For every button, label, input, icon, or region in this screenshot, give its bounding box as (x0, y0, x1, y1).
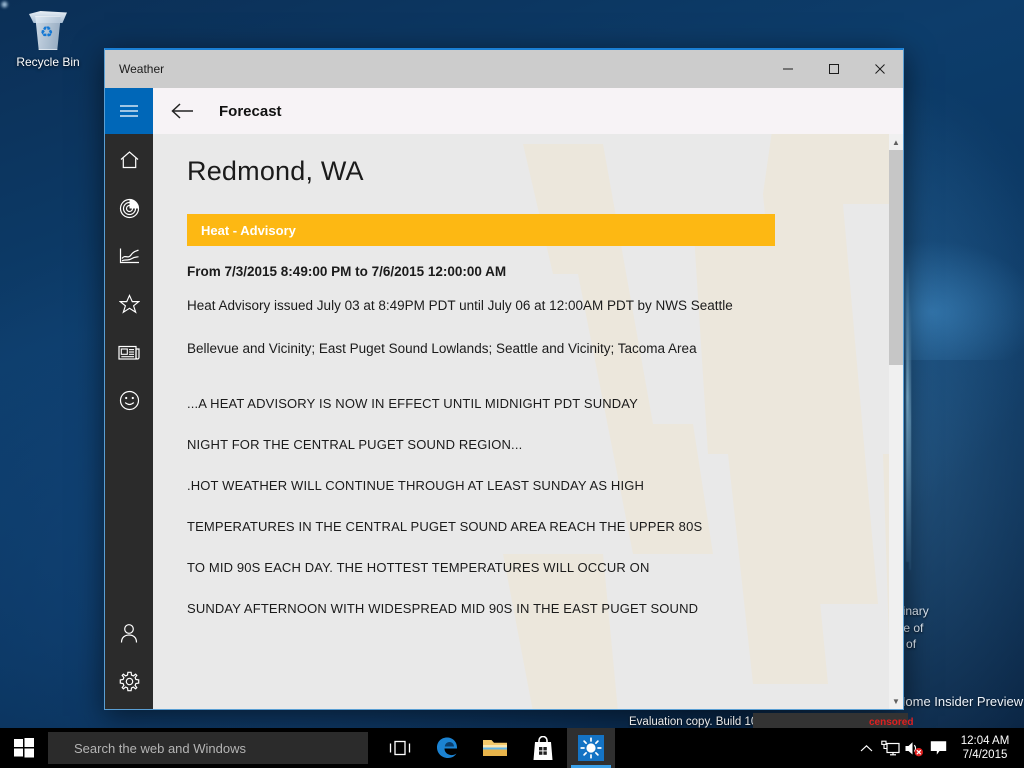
sidebar-item-send-feedback[interactable] (105, 376, 153, 424)
minimize-button[interactable] (765, 50, 811, 88)
weather-window[interactable]: Weather Forecast Redmond, WA Heat - Advi… (104, 48, 904, 710)
taskbar[interactable]: Search the web and Windows 12:04 AM 7/4/… (0, 728, 1024, 768)
sidebar-item-news[interactable] (105, 328, 153, 376)
search-input[interactable]: Search the web and Windows (48, 732, 368, 764)
page-title: Forecast (219, 102, 282, 120)
taskbar-button-edge[interactable] (423, 728, 471, 768)
radar-icon (119, 198, 139, 218)
advisory-date-range: From 7/3/2015 8:49:00 PM to 7/6/2015 12:… (187, 264, 507, 279)
sidebar-item-maps[interactable] (105, 184, 153, 232)
advisory-body-line: .HOT WEATHER WILL CONTINUE THROUGH AT LE… (187, 478, 645, 493)
folder-icon (483, 740, 507, 756)
edge-icon (437, 737, 457, 758)
taskbar-button-store[interactable] (519, 728, 567, 768)
scroll-up-arrow[interactable]: ▲ (892, 134, 900, 150)
window-body: Forecast Redmond, WA Heat - Advisory Fro… (105, 88, 903, 709)
gear-icon (119, 671, 139, 691)
app-bar: Forecast (153, 88, 903, 134)
start-button[interactable] (0, 728, 48, 768)
maximize-button[interactable] (811, 50, 857, 88)
advisory-body-line: TEMPERATURES IN THE CENTRAL PUGET SOUND … (187, 519, 703, 534)
speaker-muted-icon (905, 741, 923, 756)
advisory-areas-text: Bellevue and Vicinity; East Puget Sound … (187, 341, 697, 356)
task-view-icon (389, 740, 411, 756)
task-view-button[interactable] (377, 728, 423, 768)
action-center-button[interactable] (926, 728, 950, 768)
nav-bottom-group (105, 609, 153, 709)
hamburger-icon (120, 105, 138, 117)
advisory-body-line: ...A HEAT ADVISORY IS NOW IN EFFECT UNTI… (187, 396, 638, 411)
scrollbar-thumb[interactable] (889, 150, 903, 365)
clock-time: 12:04 AM (960, 735, 1010, 747)
network-button[interactable] (878, 728, 902, 768)
clock-date: 7/4/2015 (962, 749, 1008, 761)
close-button[interactable] (857, 50, 903, 88)
minimize-icon (783, 68, 793, 70)
desktop-insider-watermark: Home Insider Preview (896, 694, 1024, 709)
close-icon (875, 64, 885, 74)
system-tray: 12:04 AM 7/4/2015 (854, 728, 1024, 768)
scroll-content: Redmond, WA Heat - Advisory From 7/3/201… (153, 134, 889, 709)
sidebar-item-historical-weather[interactable] (105, 232, 153, 280)
recycle-bin-label: Recycle Bin (16, 55, 80, 69)
advisory-banner[interactable]: Heat - Advisory (187, 214, 775, 246)
chevron-up-icon (860, 744, 872, 751)
advisory-issued-text: Heat Advisory issued July 03 at 8:49PM P… (187, 298, 733, 313)
window-titlebar[interactable]: Weather (105, 50, 903, 88)
sidebar-item-account[interactable] (105, 609, 153, 657)
back-button[interactable] (161, 88, 205, 134)
nav-top-group (105, 134, 153, 424)
recycle-bin-icon: ♻ (25, 8, 71, 52)
network-icon (880, 740, 900, 756)
advisory-body-line: SUNDAY AFTERNOON WITH WIDESPREAD MID 90S… (187, 601, 699, 616)
window-title: Weather (119, 62, 165, 76)
smiley-icon (119, 390, 139, 410)
chart-icon (119, 248, 139, 264)
censored-label: censored (869, 717, 914, 728)
windows-logo-icon (14, 738, 34, 758)
advisory-banner-label: Heat - Advisory (201, 222, 296, 238)
advisory-body-line: NIGHT FOR THE CENTRAL PUGET SOUND REGION… (187, 437, 523, 452)
store-bag-icon (533, 735, 553, 760)
taskbar-clock[interactable]: 12:04 AM 7/4/2015 (950, 734, 1024, 762)
location-heading: Redmond, WA (187, 156, 364, 186)
taskbar-button-file-explorer[interactable] (471, 728, 519, 768)
home-icon (120, 151, 138, 169)
maximize-icon (829, 64, 839, 74)
nav-sidebar (105, 88, 153, 709)
star-icon (118, 294, 140, 314)
main-pane: Forecast Redmond, WA Heat - Advisory Fro… (153, 88, 903, 709)
taskbar-button-weather[interactable] (567, 728, 615, 768)
desktop-icon-recycle-bin[interactable]: ♻ Recycle Bin (8, 8, 88, 69)
action-center-icon (930, 741, 946, 755)
advisory-body-line: TO MID 90S EACH DAY. THE HOTTEST TEMPERA… (187, 560, 650, 575)
person-icon (120, 623, 138, 643)
content-area[interactable]: Redmond, WA Heat - Advisory From 7/3/201… (153, 134, 903, 709)
volume-button[interactable] (902, 728, 926, 768)
weather-sun-icon (578, 735, 604, 761)
sidebar-item-settings[interactable] (105, 657, 153, 705)
sidebar-item-favorites[interactable] (105, 280, 153, 328)
wallpaper-light-ray (909, 300, 911, 570)
hamburger-menu-button[interactable] (105, 88, 153, 134)
scrollbar-track[interactable] (889, 150, 903, 693)
back-arrow-icon (171, 103, 193, 119)
show-hidden-icons-button[interactable] (854, 728, 878, 768)
news-icon (118, 345, 140, 360)
search-placeholder: Search the web and Windows (74, 740, 246, 756)
scroll-down-arrow[interactable]: ▼ (892, 693, 900, 709)
sidebar-item-forecast[interactable] (105, 136, 153, 184)
vertical-scrollbar[interactable]: ▲ ▼ (889, 134, 903, 709)
